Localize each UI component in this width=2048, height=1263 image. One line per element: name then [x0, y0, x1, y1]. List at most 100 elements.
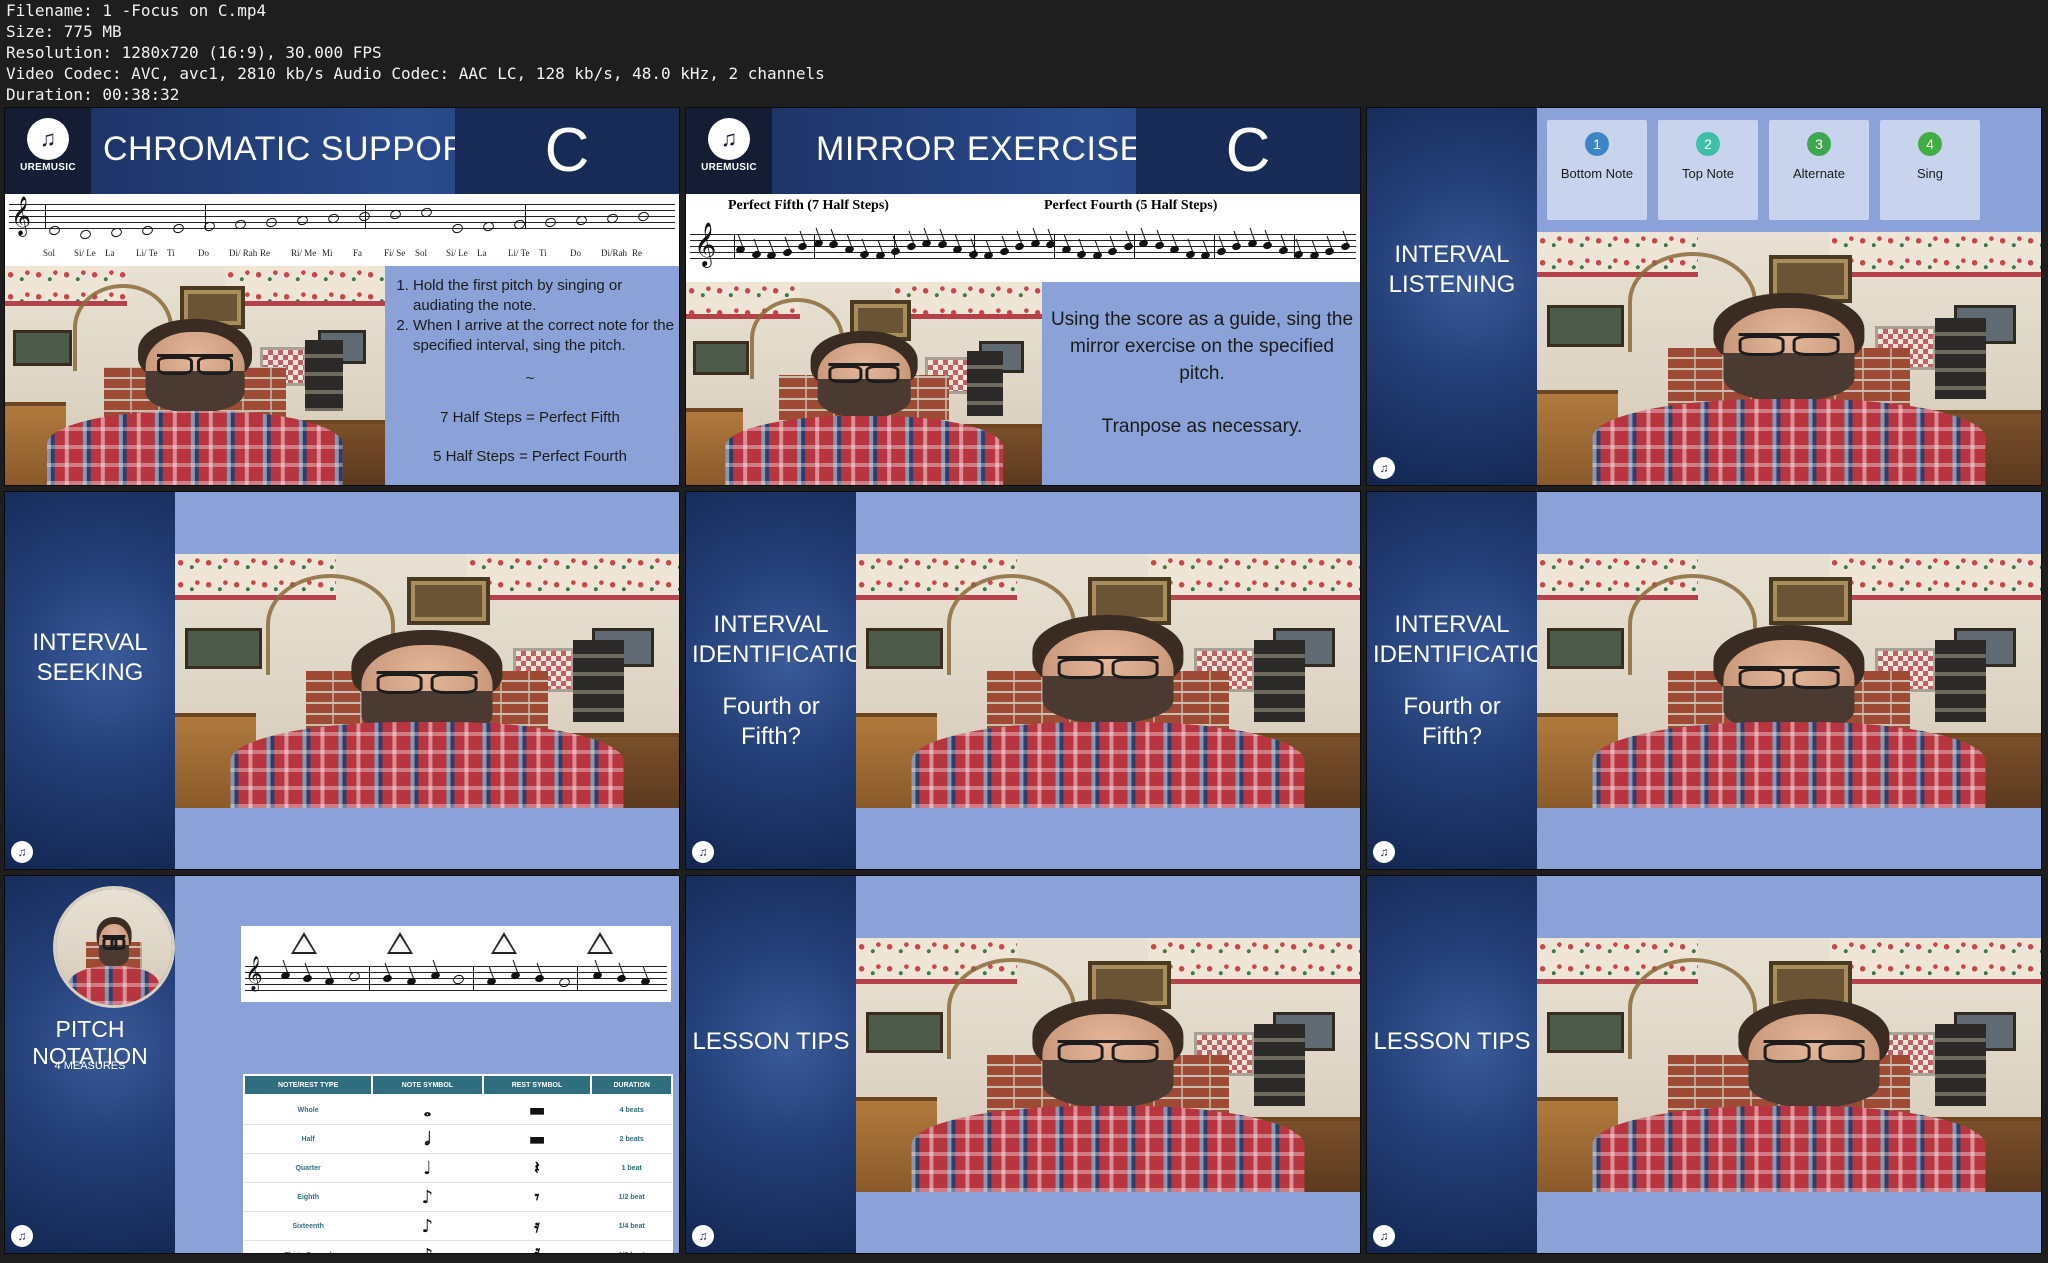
step-label: Bottom Note: [1560, 166, 1634, 181]
step-number-badge: 1: [1585, 132, 1609, 156]
step-label: Alternate: [1792, 166, 1846, 181]
column-header: NOTE/REST TYPE: [242, 1074, 374, 1096]
brand-logo: ♫ UREMUSIC: [5, 108, 91, 194]
slide-title: CHROMATIC SUPPORT: [103, 130, 489, 168]
table-cell: ▬: [482, 1124, 592, 1154]
side-panel: LESSON TIPS ♫: [686, 876, 856, 1253]
file-info: Filename: 1 -Focus on C.mp4 Size: 775 MB R…: [6, 0, 906, 105]
step-sing: 4 Sing: [1880, 120, 1980, 220]
frame-mirror-exercise[interactable]: ♫ UREMUSIC MIRROR EXERCISE C Perfect Fif…: [686, 108, 1360, 485]
table-row: Half 𝅗𝅥 ▬ 2 beats: [244, 1124, 672, 1154]
table-cell: 1/2 beat: [591, 1182, 672, 1212]
solfege-label: Mi: [322, 248, 333, 258]
music-disc-icon: ♫: [708, 118, 750, 160]
table-row: Quarter ♩ 𝄽 1 beat: [244, 1153, 672, 1183]
slide-title: INTERVAL SEEKING: [32, 628, 148, 686]
frame-chromatic-support[interactable]: ♫ UREMUSIC CHROMATIC SUPPORT C 𝄞 Sol Si/ …: [5, 108, 679, 485]
brand-wordmark: UREMUSIC: [701, 162, 757, 173]
webcam-view: [1537, 554, 2041, 808]
table-row: Eighth ♪ 𝄾 1/2 beat: [244, 1182, 672, 1212]
slide-subtitle: 4 MEASURES: [54, 1060, 126, 1072]
interval-marker-icon: [291, 932, 317, 954]
bar-line: [974, 234, 975, 259]
solfege-label: La: [105, 248, 115, 258]
frame-lesson-tips-2[interactable]: LESSON TIPS ♫: [1367, 876, 2041, 1253]
column-header: DURATION: [590, 1074, 673, 1096]
file-duration: Duration: 00:38:32: [6, 85, 180, 104]
table-cell: 1/4 beat: [591, 1211, 672, 1241]
rhythm-score: 𝄞: [241, 926, 671, 1002]
frame-lesson-tips-1[interactable]: LESSON TIPS ♫: [686, 876, 1360, 1253]
table-cell: 𝅗𝅥: [372, 1124, 483, 1154]
file-name: Filename: 1 -Focus on C.mp4: [6, 1, 267, 20]
frame-interval-identification-2[interactable]: INTERVAL IDENTIFICATION Fourth or Fifth?…: [1367, 492, 2041, 869]
solfege-label: Re: [260, 248, 270, 258]
thumbnail-grid: ♫ UREMUSIC CHROMATIC SUPPORT C 𝄞 Sol Si/ …: [5, 108, 2041, 1253]
webcam-view: [686, 282, 1042, 485]
tilde-divider: ~: [525, 370, 535, 387]
webcam-view: [1537, 232, 2041, 485]
solfege-label: La: [477, 248, 487, 258]
table-cell: 4 beats: [591, 1095, 672, 1125]
slide-header: ♫ UREMUSIC CHROMATIC SUPPORT C: [5, 108, 679, 194]
slide-title: LESSON TIPS: [692, 1027, 850, 1055]
slide-title: INTERVAL LISTENING: [1388, 241, 1516, 299]
table-row: Sixteenth ♪ 𝄿 1/4 beat: [244, 1211, 672, 1241]
side-panel: INTERVAL IDENTIFICATION Fourth or Fifth?…: [686, 492, 881, 869]
interval-marker-icon: [587, 932, 613, 954]
solfege-label: Do: [570, 248, 581, 258]
frame-interval-identification-1[interactable]: INTERVAL IDENTIFICATION Fourth or Fifth?…: [686, 492, 1360, 869]
solfege-label: Fa: [353, 248, 362, 258]
transpose-note: Tranpose as necessary.: [1101, 416, 1303, 437]
treble-clef-icon: 𝄞: [245, 956, 263, 991]
slide-header: ♫ UREMUSIC MIRROR EXERCISE C: [686, 108, 1360, 194]
table-cell: 𝄿: [482, 1211, 592, 1241]
treble-clef-icon: 𝄞: [694, 222, 717, 266]
interval-marker-icon: [491, 932, 517, 954]
table-row: Thirty-Second♪𝅀1/8 beat: [244, 1240, 672, 1253]
chromatic-score: 𝄞 Sol Si/ Le La Li/ Te Ti Do Di/ Rah Re Ri/ Me Mi…: [5, 194, 679, 266]
bar-line: [45, 204, 46, 229]
score-note: [78, 228, 93, 241]
brand-logo-icon: ♫: [1373, 457, 1395, 479]
solfege-label: Ti: [539, 248, 547, 258]
webcam-view: [5, 266, 385, 485]
table-cell: ♩: [372, 1153, 483, 1183]
side-panel: INTERVAL SEEKING ♫: [5, 492, 175, 869]
side-panel: LESSON TIPS ♫: [1367, 876, 1537, 1253]
table-cell: 𝄽: [482, 1153, 592, 1183]
table-cell: Thirty-Second: [244, 1240, 373, 1253]
fifth-rule: 7 Half Steps = Perfect Fifth: [440, 409, 620, 426]
table-cell: ♪: [372, 1182, 483, 1212]
table-row: Whole 𝅝 ▬ 4 beats: [244, 1095, 672, 1125]
instruction-panel: Hold the first pitch by singing or audia…: [385, 276, 675, 465]
table-cell: Quarter: [244, 1153, 373, 1183]
bar-line: [365, 204, 366, 229]
column-header: REST SYMBOL: [481, 1074, 593, 1096]
table-cell: Sixteenth: [244, 1211, 373, 1241]
frame-interval-seeking[interactable]: INTERVAL SEEKING ♫: [5, 492, 679, 869]
webcam-view: [856, 938, 1360, 1192]
step-top-note: 2 Top Note: [1658, 120, 1758, 220]
table-cell: 2 beats: [591, 1124, 672, 1154]
brand-logo-icon: ♫: [692, 1225, 714, 1247]
key-letter: C: [1136, 108, 1360, 194]
fourth-rule: 5 Half Steps = Perfect Fourth: [433, 448, 627, 465]
brand-logo-icon: ♫: [692, 841, 714, 863]
brand-logo-icon: ♫: [1373, 1225, 1395, 1247]
bar-line: [1294, 234, 1295, 259]
bar-line: [894, 234, 895, 259]
solfege-label: Do: [198, 248, 209, 258]
frame-pitch-notation[interactable]: PITCH NOTATION 4 MEASURES ♫ 𝄞 NOTE/REST …: [5, 876, 679, 1253]
mirror-score: Perfect Fifth (7 Half Steps) Perfect Fou…: [686, 194, 1360, 282]
presenter-avatar: [53, 886, 175, 1008]
bar-line: [1214, 234, 1215, 259]
webcam-view: [1537, 938, 2041, 1192]
frame-interval-listening[interactable]: INTERVAL LISTENING ♫ 1 Bottom Note 2 Top…: [1367, 108, 2041, 485]
step-number-badge: 3: [1807, 132, 1831, 156]
solfege-label: Si/ Le: [74, 248, 96, 258]
table-cell: Whole: [244, 1095, 373, 1125]
solfege-label: Di/ Rah: [229, 248, 258, 258]
table-cell: ♪: [372, 1211, 483, 1241]
table-cell: Half: [244, 1124, 373, 1154]
